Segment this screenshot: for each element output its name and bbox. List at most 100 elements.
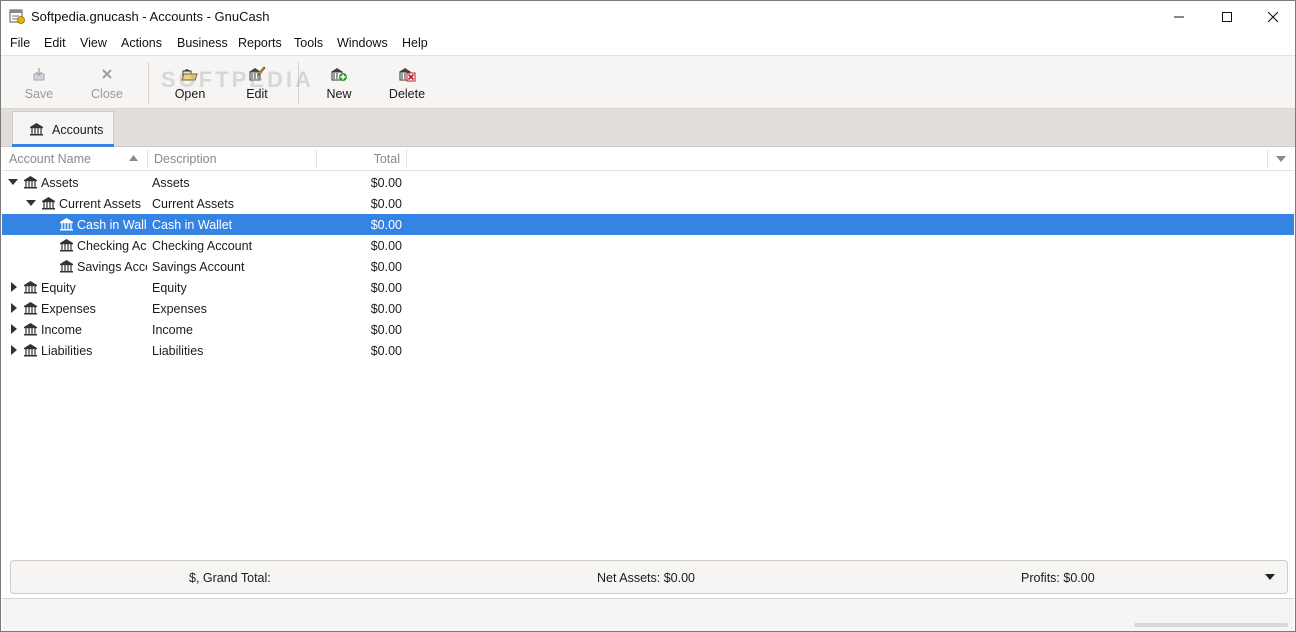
account-description: Current Assets bbox=[152, 197, 234, 211]
bank-icon bbox=[42, 197, 55, 210]
account-description: Savings Account bbox=[152, 260, 245, 274]
table-row[interactable]: Savings Account Savings Account $0.00 bbox=[2, 256, 1294, 277]
bank-icon bbox=[24, 323, 37, 336]
account-description: Expenses bbox=[152, 302, 207, 316]
account-name: Income bbox=[41, 323, 82, 337]
status-bar bbox=[2, 598, 1294, 631]
expander-collapsed-icon[interactable] bbox=[9, 324, 19, 334]
table-row[interactable]: Assets Assets $0.00 bbox=[2, 172, 1294, 193]
menu-actions[interactable]: Actions bbox=[121, 36, 162, 50]
open-account-button[interactable]: Open bbox=[166, 56, 214, 109]
bank-icon bbox=[24, 281, 37, 294]
table-row[interactable]: Liabilities Liabilities $0.00 bbox=[2, 340, 1294, 361]
account-description: Equity bbox=[152, 281, 187, 295]
save-button[interactable]: Save bbox=[15, 56, 63, 109]
net-assets-value: Net Assets: $0.00 bbox=[597, 571, 695, 585]
maximize-button[interactable] bbox=[1204, 1, 1250, 32]
account-description: Assets bbox=[152, 176, 190, 190]
expander-expanded-icon[interactable] bbox=[26, 198, 36, 208]
menu-edit[interactable]: Edit bbox=[44, 36, 66, 50]
account-total: $0.00 bbox=[370, 260, 402, 274]
account-description: Liabilities bbox=[152, 344, 204, 358]
bank-icon bbox=[60, 260, 73, 273]
open-account-icon bbox=[181, 69, 198, 81]
bank-icon bbox=[60, 218, 73, 231]
open-label: Open bbox=[174, 87, 206, 101]
account-name: Current Assets bbox=[59, 197, 141, 211]
account-total: $0.00 bbox=[370, 281, 402, 295]
bank-icon bbox=[60, 239, 73, 252]
account-total: $0.00 bbox=[370, 176, 402, 190]
account-name: Cash in Wallet bbox=[77, 218, 147, 232]
column-separator bbox=[147, 149, 148, 168]
save-icon bbox=[33, 68, 45, 81]
expander-expanded-icon[interactable] bbox=[8, 177, 18, 187]
account-name: Equity bbox=[41, 281, 76, 295]
tab-accounts-label: Accounts bbox=[52, 123, 104, 137]
column-header-account-name[interactable]: Account Name bbox=[9, 147, 147, 170]
expander-collapsed-icon[interactable] bbox=[9, 303, 19, 313]
menu-tools[interactable]: Tools bbox=[294, 36, 323, 50]
column-separator bbox=[316, 149, 317, 168]
table-row[interactable]: Current Assets Current Assets $0.00 bbox=[2, 193, 1294, 214]
window-title: Softpedia.gnucash - Accounts - GnuCash bbox=[31, 9, 270, 24]
column-chooser-icon[interactable] bbox=[1276, 156, 1286, 162]
column-header-total[interactable]: Total bbox=[318, 147, 400, 170]
account-name: Liabilities bbox=[41, 344, 93, 358]
column-total-label: Total bbox=[373, 152, 400, 166]
summary-dropdown-icon[interactable] bbox=[1265, 574, 1275, 580]
table-row-selected[interactable]: Cash in Wallet Cash in Wallet $0.00 bbox=[2, 214, 1294, 235]
minimize-button[interactable] bbox=[1156, 1, 1202, 32]
menu-file[interactable]: File bbox=[10, 36, 30, 50]
minimize-icon bbox=[1174, 16, 1184, 17]
menu-business[interactable]: Business bbox=[177, 36, 228, 50]
sort-ascending-icon bbox=[129, 155, 138, 161]
toolbar: Save Close Open Edit New Delete bbox=[1, 55, 1295, 109]
expander-collapsed-icon[interactable] bbox=[9, 345, 19, 355]
menu-bar: File Edit View Actions Business Reports … bbox=[1, 32, 1295, 55]
edit-account-button[interactable]: Edit bbox=[233, 56, 281, 109]
gnucash-app-icon bbox=[9, 9, 25, 24]
new-account-button[interactable]: New bbox=[315, 56, 363, 109]
bank-icon bbox=[24, 302, 37, 315]
close-label: Close bbox=[91, 87, 123, 101]
table-row[interactable]: Income Income $0.00 bbox=[2, 319, 1294, 340]
title-bar[interactable]: Softpedia.gnucash - Accounts - GnuCash bbox=[1, 1, 1295, 32]
edit-account-icon bbox=[249, 66, 266, 81]
edit-label: Edit bbox=[246, 87, 268, 101]
table-row[interactable]: Equity Equity $0.00 bbox=[2, 277, 1294, 298]
account-tree-header: Account Name Description Total bbox=[2, 147, 1294, 171]
column-header-description[interactable]: Description bbox=[154, 147, 314, 170]
tab-accounts[interactable]: Accounts bbox=[12, 111, 114, 147]
grand-total-label: $, Grand Total: bbox=[189, 571, 271, 585]
bank-icon bbox=[24, 344, 37, 357]
close-icon bbox=[102, 69, 112, 79]
account-total: $0.00 bbox=[370, 197, 402, 211]
account-description: Income bbox=[152, 323, 193, 337]
maximize-icon bbox=[1222, 11, 1232, 22]
close-window-button[interactable] bbox=[1250, 1, 1296, 32]
account-name: Checking Account bbox=[77, 239, 147, 253]
table-row[interactable]: Checking Account Checking Account $0.00 bbox=[2, 235, 1294, 256]
menu-windows[interactable]: Windows bbox=[337, 36, 388, 50]
menu-view[interactable]: View bbox=[80, 36, 107, 50]
account-name: Assets bbox=[41, 176, 79, 190]
profits-value: Profits: $0.00 bbox=[1021, 571, 1095, 585]
menu-help[interactable]: Help bbox=[402, 36, 428, 50]
bank-icon bbox=[30, 123, 43, 136]
column-account-name-label: Account Name bbox=[9, 152, 91, 166]
table-row[interactable]: Expenses Expenses $0.00 bbox=[2, 298, 1294, 319]
menu-reports[interactable]: Reports bbox=[238, 36, 282, 50]
expander-collapsed-icon[interactable] bbox=[9, 282, 19, 292]
delete-label: Delete bbox=[388, 87, 426, 101]
delete-account-button[interactable]: Delete bbox=[383, 56, 431, 109]
toolbar-separator bbox=[298, 62, 299, 104]
column-description-label: Description bbox=[154, 152, 217, 166]
account-total: $0.00 bbox=[370, 323, 402, 337]
new-account-icon bbox=[331, 68, 347, 81]
tab-strip: Accounts bbox=[1, 109, 1295, 147]
summary-bar[interactable]: $, Grand Total: Net Assets: $0.00 Profit… bbox=[10, 560, 1288, 594]
account-description: Checking Account bbox=[152, 239, 253, 253]
close-button[interactable]: Close bbox=[83, 56, 131, 109]
account-total: $0.00 bbox=[370, 302, 402, 316]
